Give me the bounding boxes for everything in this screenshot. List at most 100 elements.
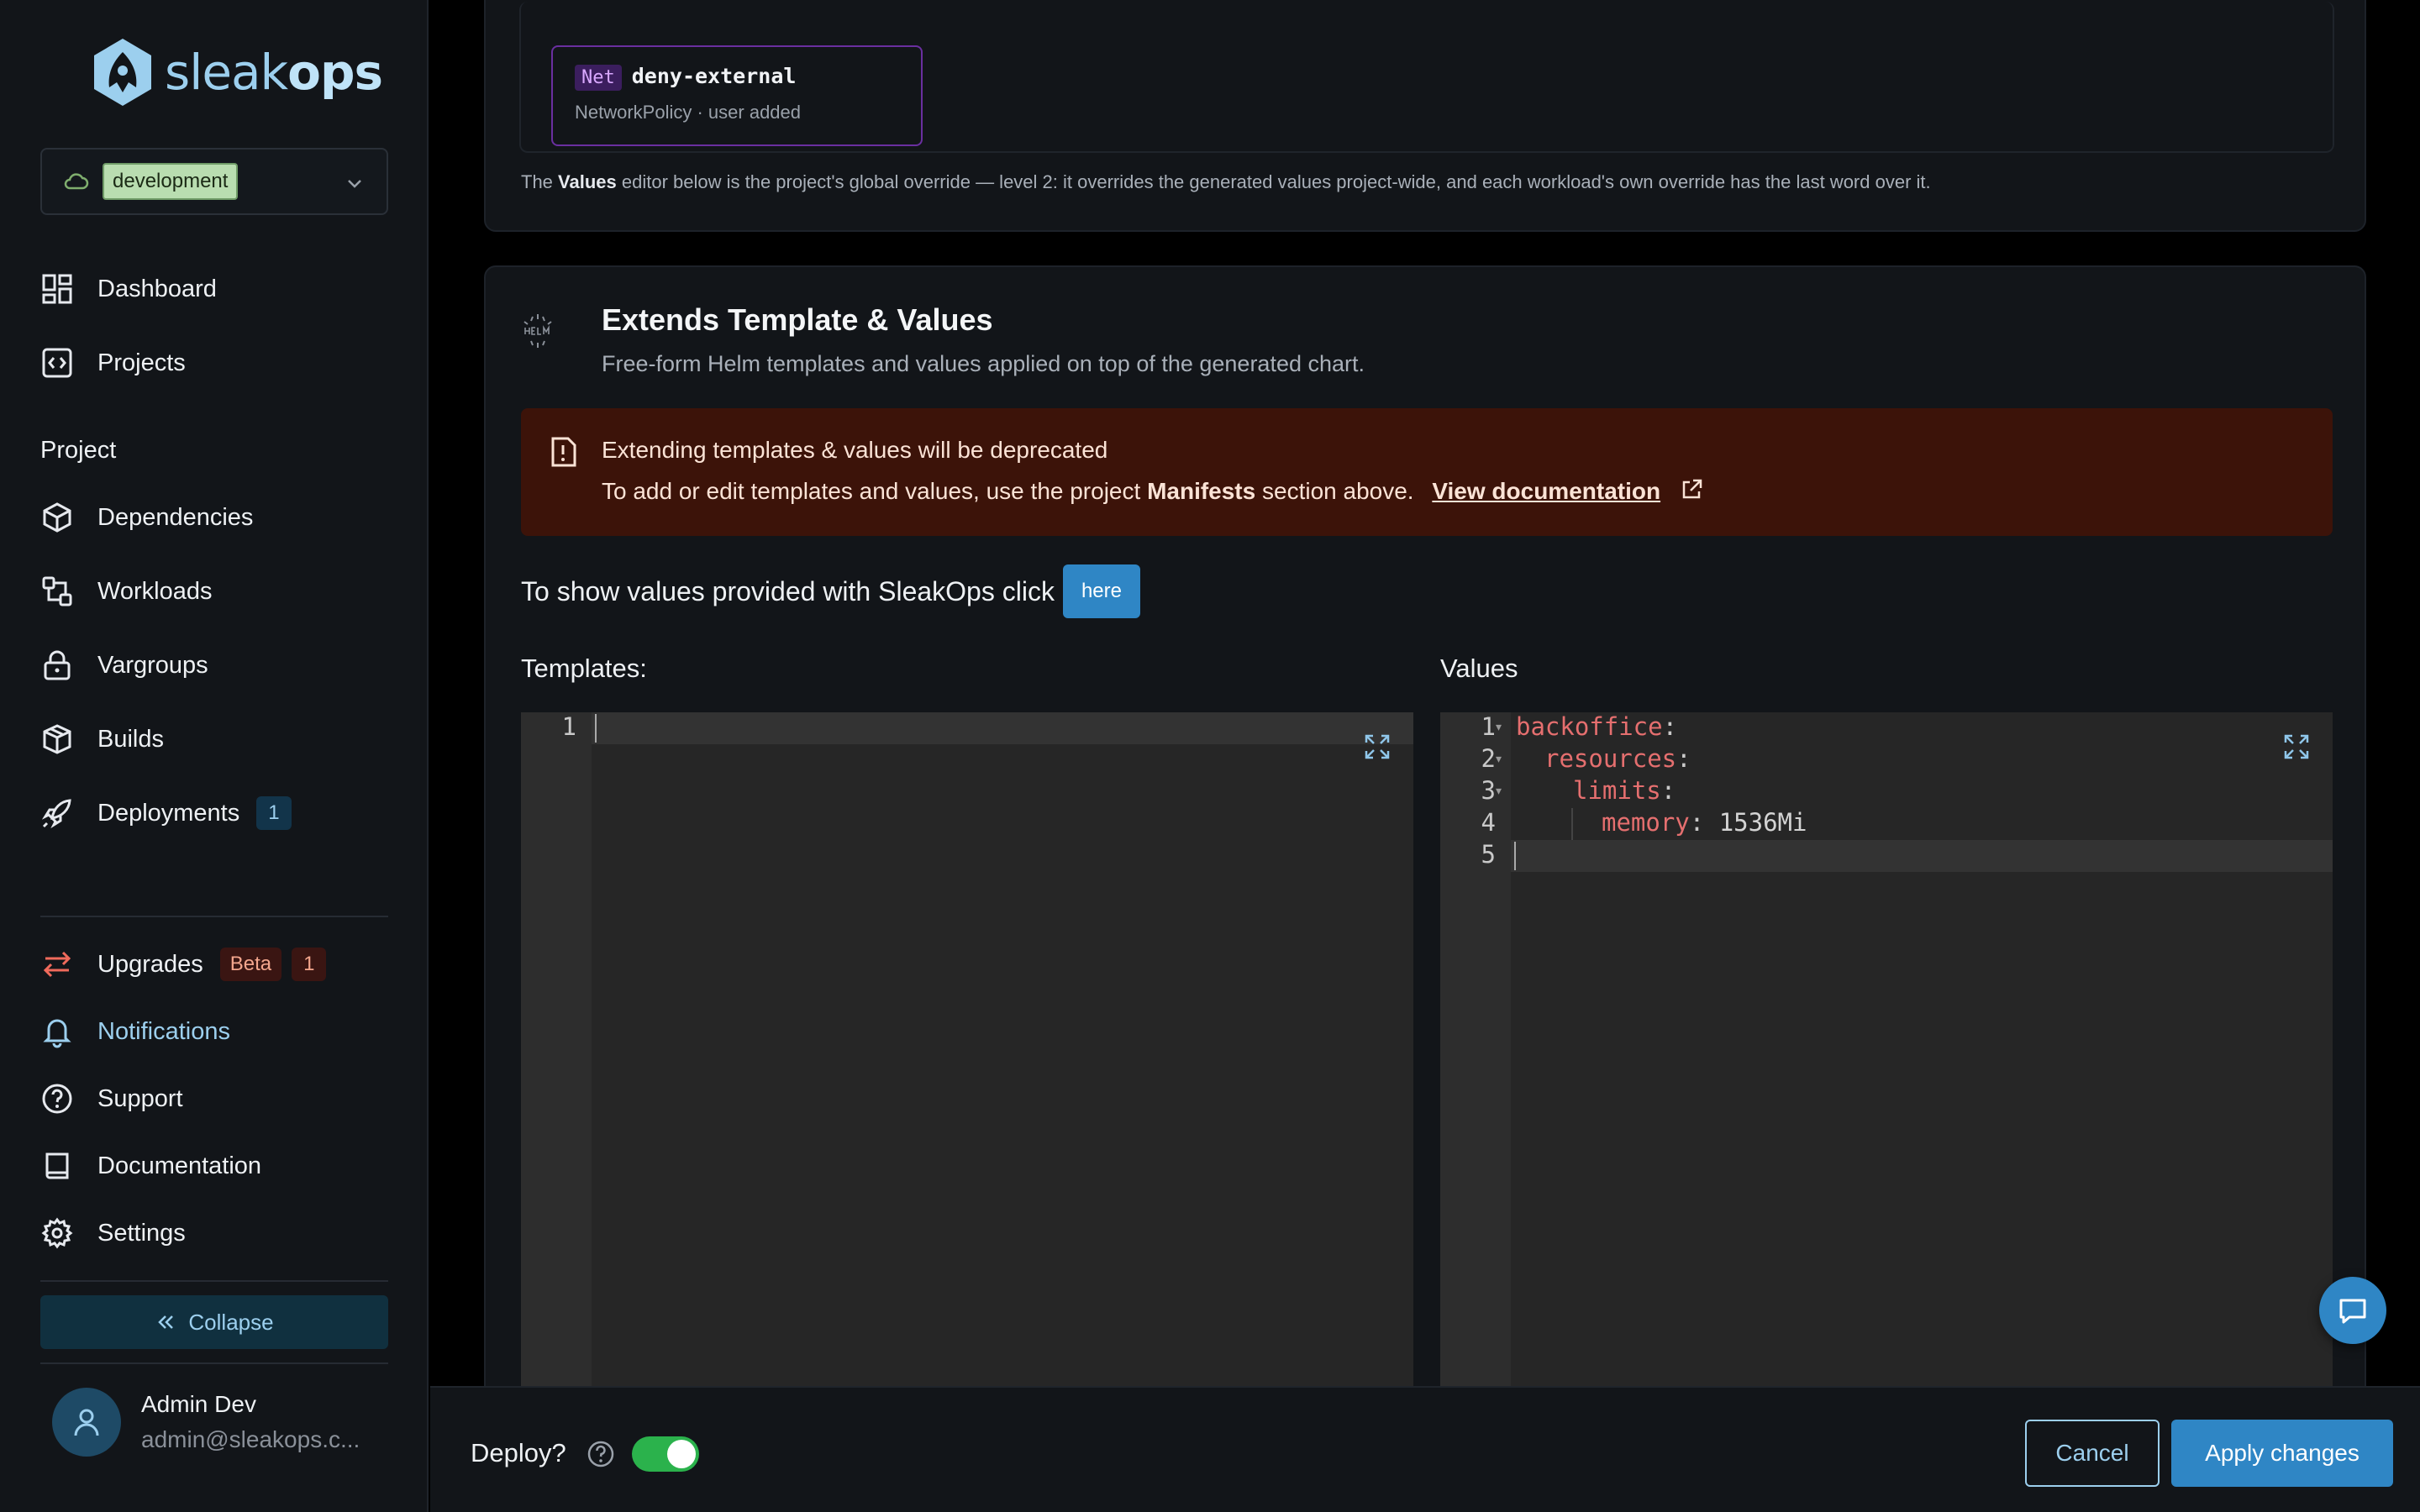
cube-icon: [43, 502, 71, 533]
nav-label-deployments: Deployments: [97, 799, 240, 827]
nav-item-settings[interactable]: Settings: [40, 1208, 186, 1258]
nav-item-upgrades[interactable]: Upgrades Beta 1: [40, 939, 327, 990]
builds-icon: [43, 724, 71, 754]
alert-body-suffix: section above.: [1255, 478, 1414, 504]
code-line: resources:: [1544, 744, 1691, 773]
deploy-label: Deploy?: [471, 1438, 566, 1467]
manifests-card: Net deny-external NetworkPolicy · user ad…: [484, 0, 2366, 232]
fold-toggle-icon[interactable]: ▾: [1496, 721, 1502, 734]
nav-label-dashboard: Dashboard: [97, 275, 217, 302]
values-editor[interactable]: 1 2 3 4 5 ▾ ▾ ▾ backoffice: resources: l…: [1440, 712, 2333, 1386]
manifest-meta: NetworkPolicy · user added: [575, 102, 802, 123]
expand-icon[interactable]: [1363, 732, 1392, 761]
manifest-item[interactable]: Net deny-external NetworkPolicy · user ad…: [551, 45, 923, 146]
sidebar: sleakops development Dashboard Projects …: [0, 0, 429, 1512]
note-bold: Values: [558, 171, 617, 192]
nav-label-notifications: Notifications: [97, 1017, 230, 1045]
book-icon: [45, 1152, 69, 1179]
values-override-note: The Values editor below is the project's…: [521, 171, 1931, 193]
user-email: admin@sleakops.c...: [141, 1426, 360, 1452]
action-bar: Deploy? Cancel Apply changes: [430, 1386, 2420, 1512]
nav-item-deployments[interactable]: Deployments 1: [40, 788, 292, 838]
user-profile[interactable]: Admin Dev admin@sleakops.c...: [52, 1388, 360, 1457]
sidebar-divider: [40, 1280, 388, 1282]
note-suffix: editor below is the project's global ove…: [616, 171, 1931, 192]
nav-label-support: Support: [97, 1084, 183, 1112]
code-line: memory: 1536Mi: [1602, 808, 1807, 837]
double-chevron-left-icon: [158, 1315, 174, 1329]
alert-icon: [551, 437, 576, 467]
code-line: backoffice:: [1516, 712, 1677, 741]
external-link-icon[interactable]: [1679, 477, 1704, 502]
deployments-count-badge: 1: [256, 796, 292, 830]
logo-text-light: sleak: [165, 44, 288, 101]
bell-icon: [43, 1019, 71, 1048]
manifests-list: Net deny-external NetworkPolicy · user ad…: [519, 2, 2334, 153]
templates-editor[interactable]: 1: [521, 712, 1413, 1386]
manifest-name: deny-external: [631, 64, 797, 88]
alert-body-bold: Manifests: [1147, 478, 1256, 504]
line-number: 1: [561, 712, 576, 741]
line-number: 5: [1481, 840, 1496, 869]
nav-label-documentation: Documentation: [97, 1152, 262, 1179]
dashboard-icon: [42, 274, 72, 304]
active-line-highlight: [1511, 840, 2333, 872]
upgrades-beta-badge: Beta: [219, 948, 282, 981]
note-prefix: The: [521, 171, 559, 192]
lock-icon: [44, 650, 71, 680]
view-documentation-link[interactable]: View documentation: [1432, 478, 1660, 504]
yaml-value: 1536Mi: [1704, 808, 1807, 837]
logo-text-bold: ops: [287, 44, 383, 101]
chevron-down-icon: [348, 180, 361, 188]
collapse-label: Collapse: [188, 1309, 274, 1335]
alert-body-prefix: To add or edit templates and values, use…: [602, 478, 1148, 504]
sleakops-logo-icon: [94, 39, 151, 106]
rocket-icon: [41, 799, 71, 829]
nav-item-notifications[interactable]: Notifications: [40, 1006, 230, 1057]
deprecation-alert: Extending templates & values will be dep…: [521, 408, 2333, 536]
alert-title: Extending templates & values will be dep…: [602, 437, 1108, 463]
nav-item-projects[interactable]: Projects: [40, 338, 186, 388]
sleakops-logo[interactable]: sleakops: [89, 37, 383, 108]
alert-body: To add or edit templates and values, use…: [602, 477, 1704, 505]
collapse-button[interactable]: Collapse: [40, 1295, 388, 1349]
nav-item-dependencies[interactable]: Dependencies: [40, 492, 253, 543]
line-number: 2: [1481, 744, 1496, 773]
sidebar-divider: [40, 1362, 388, 1364]
gear-icon: [41, 1217, 73, 1249]
sidebar-divider: [40, 916, 388, 917]
templates-gutter: [521, 712, 592, 1386]
nav-item-workloads[interactable]: Workloads: [40, 566, 212, 617]
nav-item-documentation[interactable]: Documentation: [40, 1141, 261, 1191]
nav-item-vargroups[interactable]: Vargroups: [40, 640, 208, 690]
nav-label-vargroups: Vargroups: [97, 651, 208, 679]
apply-changes-button[interactable]: Apply changes: [2171, 1420, 2393, 1487]
chat-button[interactable]: [2319, 1277, 2386, 1344]
yaml-key: memory: [1602, 808, 1690, 837]
nav-item-support[interactable]: Support: [40, 1074, 183, 1124]
help-icon[interactable]: [587, 1440, 615, 1468]
nav-item-dashboard[interactable]: Dashboard: [40, 264, 217, 314]
user-icon: [74, 1409, 99, 1436]
fold-toggle-icon[interactable]: ▾: [1496, 785, 1502, 798]
card-subtitle: Free-form Helm templates and values appl…: [602, 351, 1365, 376]
upgrades-count-badge: 1: [292, 948, 327, 981]
fold-toggle-icon[interactable]: ▾: [1496, 753, 1502, 766]
card-title: Extends Template & Values: [602, 302, 993, 337]
section-label-project: Project: [40, 437, 117, 464]
expand-icon[interactable]: [2282, 732, 2311, 761]
environment-badge: development: [103, 163, 239, 200]
cancel-button[interactable]: Cancel: [2025, 1420, 2160, 1487]
yaml-key: resources: [1544, 744, 1677, 773]
chat-icon: [2339, 1299, 2366, 1324]
text-cursor: [595, 714, 597, 743]
deploy-toggle[interactable]: [632, 1436, 699, 1472]
workloads-icon: [42, 576, 72, 606]
helm-icon: [523, 314, 552, 348]
yaml-key: backoffice: [1516, 712, 1663, 741]
nav-item-builds[interactable]: Builds: [40, 714, 164, 764]
show-values-here-button[interactable]: here: [1062, 564, 1140, 618]
nav-label-workloads: Workloads: [97, 577, 213, 605]
environment-select[interactable]: development: [40, 148, 388, 215]
main-content: Net deny-external NetworkPolicy · user ad…: [430, 0, 2420, 1386]
